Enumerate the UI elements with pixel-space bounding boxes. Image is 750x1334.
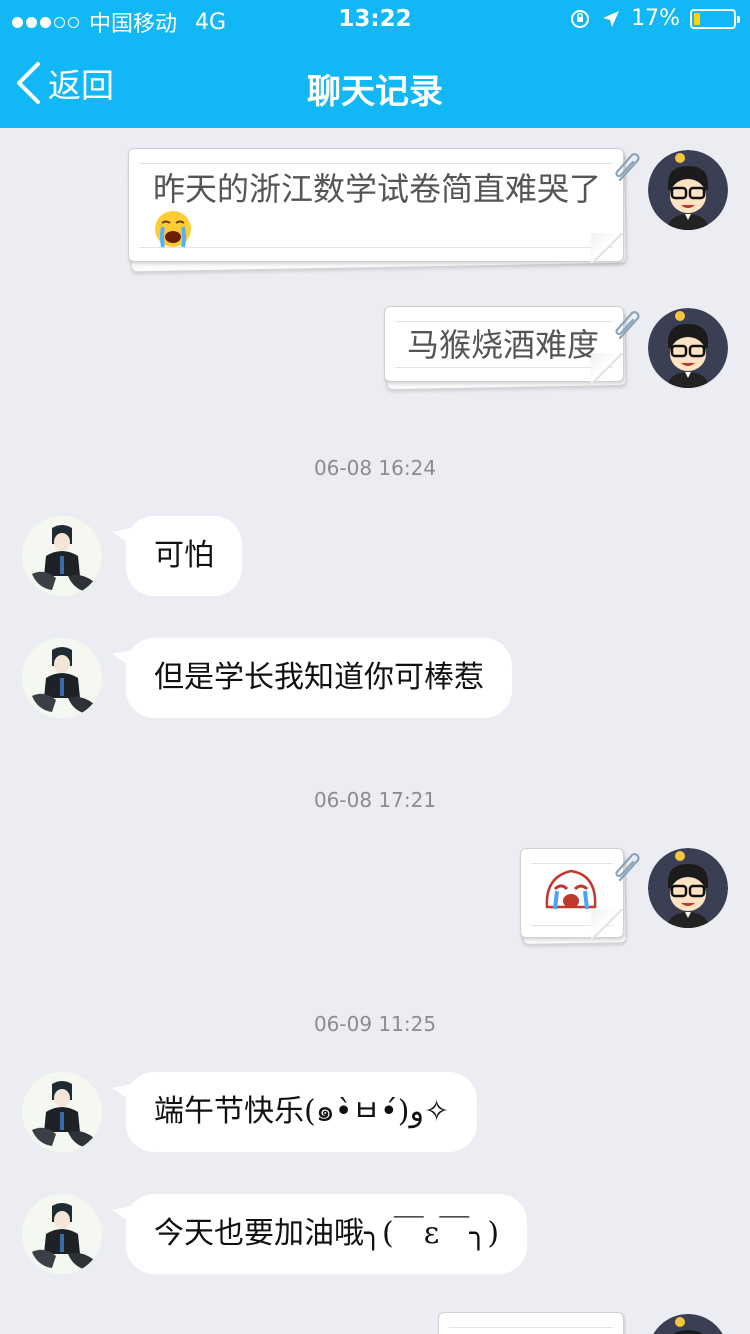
app-header: 中国移动 4G 13:22 17% 返回 聊天记录: [0, 0, 750, 128]
bubble-tail: [112, 1082, 142, 1108]
self-avatar[interactable]: [648, 308, 728, 388]
cartoon-boy-avatar-icon: [648, 150, 728, 230]
cartoon-boy-avatar-icon: [648, 308, 728, 388]
anime-character-avatar-icon: [22, 638, 102, 718]
message-self-note-partial[interactable]: [438, 1312, 626, 1334]
message-bubble-other[interactable]: 可怕: [112, 516, 242, 596]
message-text: 但是学长我知道你可棒惹: [154, 660, 484, 695]
message-bubble-other[interactable]: 但是学长我知道你可棒惹: [112, 638, 512, 718]
self-avatar[interactable]: [648, 848, 728, 928]
anime-character-avatar-icon: [22, 1072, 102, 1152]
message-text: 马猴烧酒难度: [407, 326, 600, 364]
contact-avatar[interactable]: [22, 1194, 102, 1274]
crying-face-emoji-icon: [155, 211, 191, 248]
bubble-tail: [112, 1204, 142, 1230]
location-icon: [603, 10, 620, 27]
rotation-lock-icon: [571, 9, 590, 28]
battery-percent: 17%: [631, 6, 680, 31]
anime-character-avatar-icon: [22, 516, 102, 596]
battery-level-fill: [694, 12, 700, 25]
message-timestamp: 06-08 17:21: [313, 788, 437, 812]
contact-avatar[interactable]: [22, 516, 102, 596]
message-bubble-other[interactable]: 端午节快乐(๑•̀ㅂ•́)و✧: [112, 1072, 478, 1152]
paperclip-icon: [615, 853, 640, 882]
page-title: 聊天记录: [307, 72, 443, 112]
cartoon-boy-avatar-icon: [653, 1314, 723, 1334]
anime-character-avatar-icon: [22, 1194, 102, 1274]
message-bubble-other[interactable]: 今天也要加油哦╮(￣ε￣╮): [112, 1194, 528, 1274]
contact-avatar[interactable]: [22, 638, 102, 718]
message-text: 可怕: [154, 538, 214, 573]
contact-avatar[interactable]: [22, 1072, 102, 1152]
message-self-note[interactable]: 马猴烧酒难度: [384, 306, 627, 391]
status-bar: 中国移动 4G 13:22 17%: [0, 0, 750, 40]
message-timestamp: 06-08 16:24: [313, 456, 437, 480]
message-timestamp: 06-09 11:25: [313, 1012, 437, 1036]
self-avatar-partial[interactable]: [648, 1314, 728, 1334]
message-text: 端午节快乐(๑•̀ㅂ•́)و✧: [154, 1094, 450, 1129]
self-avatar[interactable]: [648, 150, 728, 230]
cartoon-boy-avatar-icon: [648, 848, 728, 928]
paperclip-icon: [615, 311, 640, 340]
message-self-sticker[interactable]: [520, 848, 627, 946]
bubble-tail: [112, 648, 142, 674]
message-self-note[interactable]: 昨天的浙江数学试卷简直难哭了: [128, 148, 627, 273]
bubble-tail: [112, 526, 142, 552]
message-text: 今天也要加油哦╮(￣ε￣╮): [154, 1216, 500, 1251]
battery-icon: [690, 8, 740, 29]
paperclip-icon: [615, 153, 640, 182]
message-text: 昨天的浙江数学试卷简直难哭了: [153, 170, 602, 208]
